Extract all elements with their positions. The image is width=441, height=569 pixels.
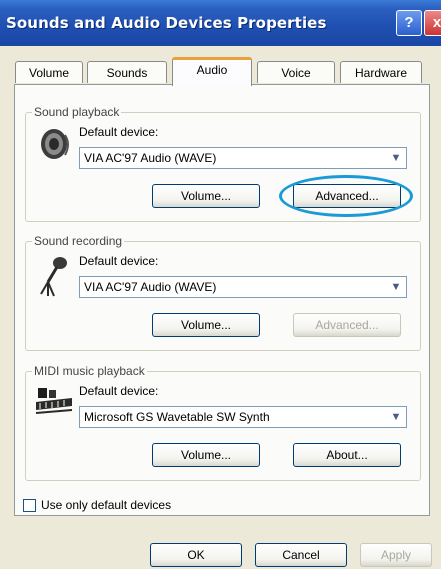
chevron-down-icon[interactable]: ▼ [388,150,404,166]
playback-device-value: VIA AC'97 Audio (WAVE) [84,151,217,165]
audio-tab-panel: Sound playback Default device: VIA AC'97… [14,84,430,516]
midi-volume-button[interactable]: Volume... [152,443,260,467]
recording-volume-button[interactable]: Volume... [152,313,260,337]
recording-default-device-label: Default device: [79,254,159,268]
tab-voice[interactable]: Voice [257,61,335,83]
playback-default-device-label: Default device: [79,125,159,139]
title-bar[interactable]: Sounds and Audio Devices Properties ? x [0,0,441,46]
playback-device-select[interactable]: VIA AC'97 Audio (WAVE) ▼ [79,147,407,169]
recording-device-select[interactable]: VIA AC'97 Audio (WAVE) ▼ [79,276,407,298]
use-default-devices-checkbox[interactable] [23,499,36,512]
close-button[interactable]: x [424,10,441,36]
chevron-down-icon[interactable]: ▼ [388,279,404,295]
dialog-window: Sounds and Audio Devices Properties ? x … [0,0,441,569]
midi-device-value: Microsoft GS Wavetable SW Synth [84,410,270,424]
window-title: Sounds and Audio Devices Properties [6,14,327,32]
sound-playback-group-label: Sound playback [32,105,122,119]
recording-device-value: VIA AC'97 Audio (WAVE) [84,280,217,294]
midi-playback-group: MIDI music playback Default device: Micr… [25,364,421,481]
midi-device-select[interactable]: Microsoft GS Wavetable SW Synth ▼ [79,406,407,428]
sound-recording-group: Sound recording Default device: VIA AC'9… [25,234,421,351]
speaker-icon [41,129,69,159]
playback-volume-button[interactable]: Volume... [152,184,260,208]
playback-advanced-button[interactable]: Advanced... [293,184,401,208]
tab-hardware[interactable]: Hardware [340,61,422,83]
tab-sounds[interactable]: Sounds [87,61,167,83]
midi-default-device-label: Default device: [79,384,159,398]
microphone-icon [40,257,67,297]
apply-button[interactable]: Apply [360,543,432,567]
chevron-down-icon[interactable]: ▼ [388,409,404,425]
ok-button[interactable]: OK [150,543,242,567]
use-default-devices-label[interactable]: Use only default devices [41,498,171,512]
sound-playback-group: Sound playback Default device: VIA AC'97… [25,105,421,222]
cancel-button[interactable]: Cancel [255,543,347,567]
midi-about-button[interactable]: About... [293,443,401,467]
help-button[interactable]: ? [396,10,422,36]
sound-recording-group-label: Sound recording [32,234,125,248]
midi-keyboard-icon [35,388,73,414]
midi-playback-group-label: MIDI music playback [32,364,147,378]
tab-audio[interactable]: Audio [172,57,252,86]
tab-volume[interactable]: Volume [15,61,83,83]
recording-advanced-button[interactable]: Advanced... [293,313,401,337]
